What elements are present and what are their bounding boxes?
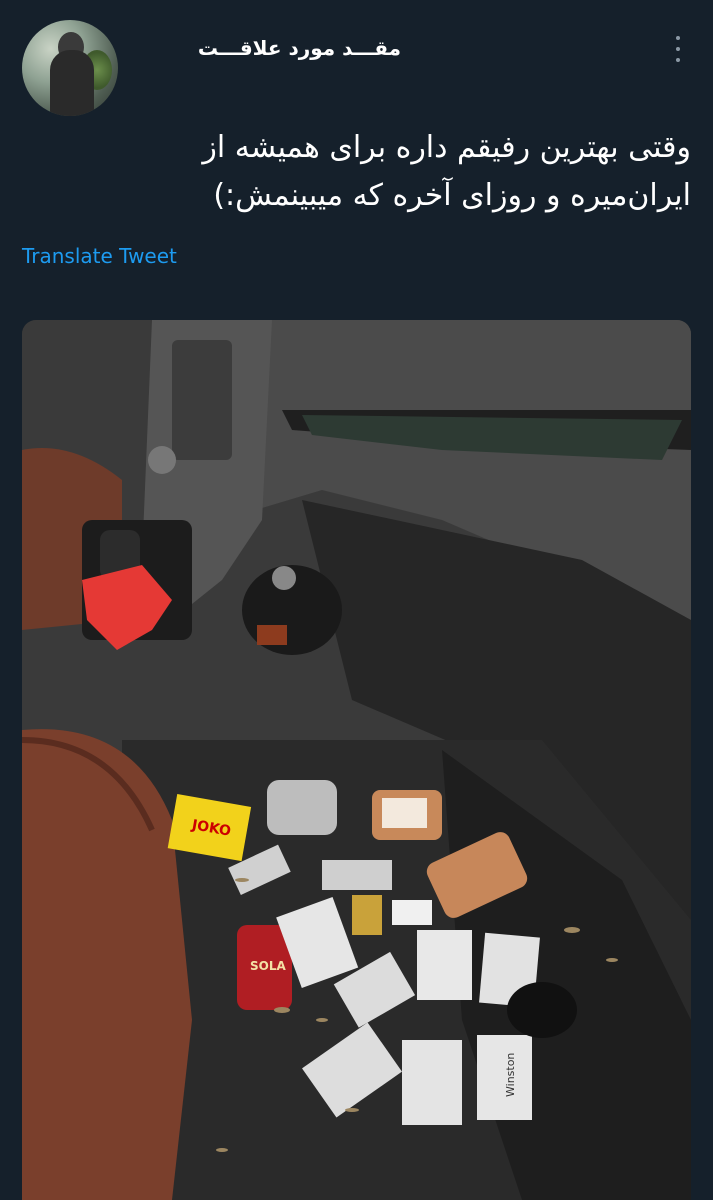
tweet-text: وقتی بهترین رفیقم داره برای همیشه از ایر… (22, 124, 691, 220)
tweet-text-line-1: وقتی بهترین رفیقم داره برای همیشه از (202, 130, 691, 165)
more-vertical-icon[interactable] (673, 36, 683, 62)
display-name[interactable]: مقـــد مورد علاقـــت (198, 36, 401, 60)
avatar-person (50, 50, 94, 116)
translate-tweet-link[interactable]: Translate Tweet (22, 244, 177, 268)
tweet-card: مقـــد مورد علاقـــت وقتی بهترین رفیقم د… (0, 0, 713, 1200)
sola-label: SOLA (250, 959, 286, 973)
tweet-photo[interactable]: JOKO SOLA Winston (22, 320, 691, 1200)
avatar[interactable] (22, 20, 118, 116)
winston-label: Winston (504, 1053, 517, 1097)
tweet-header: مقـــد مورد علاقـــت (0, 18, 713, 118)
tweet-text-line-2: ایران‌میره و روزای آخره که میبینمش:) (213, 178, 691, 213)
